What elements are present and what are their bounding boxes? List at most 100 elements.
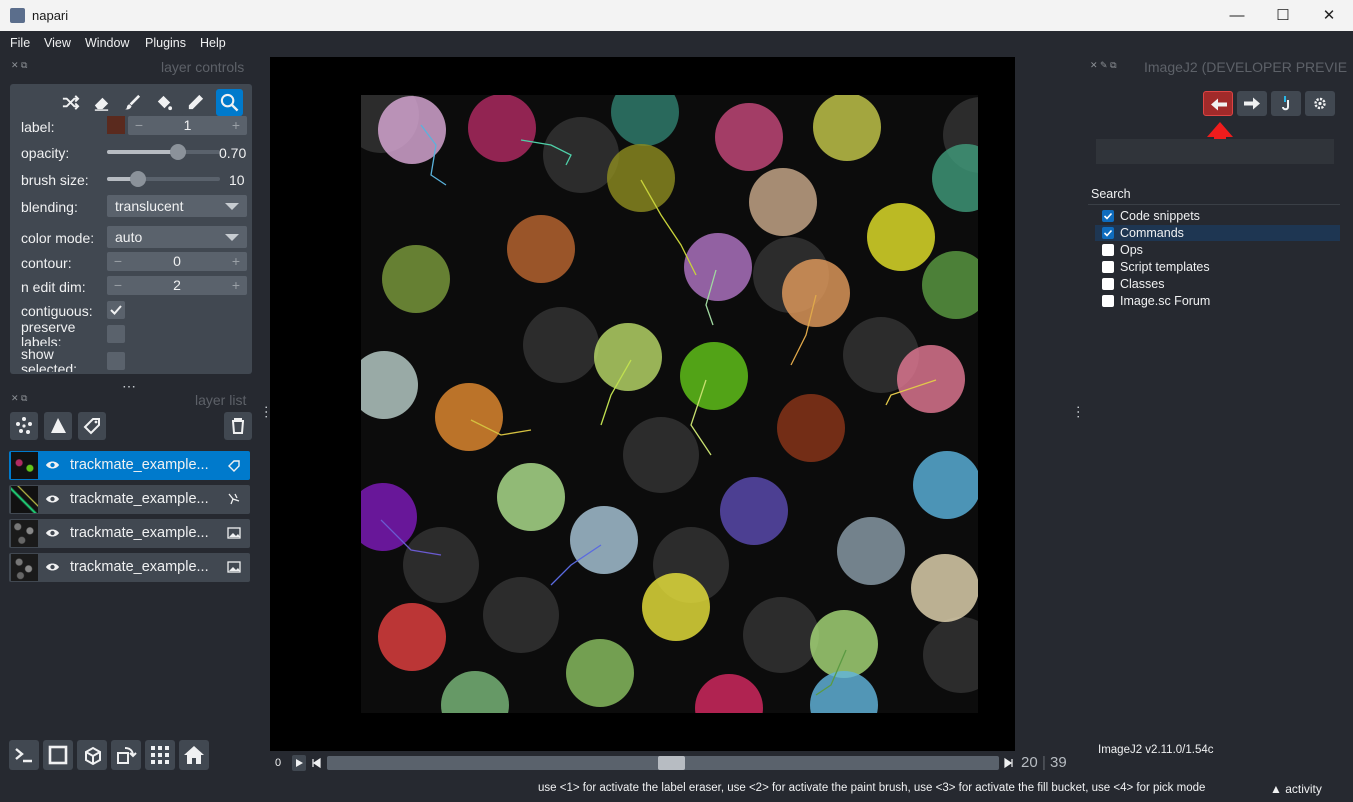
eraser-button[interactable] [88, 89, 115, 116]
grid-button[interactable] [145, 740, 175, 770]
visibility-eye-icon[interactable] [45, 561, 60, 573]
cell-label[interactable] [837, 517, 905, 585]
opacity-slider[interactable] [107, 144, 220, 160]
cell-label[interactable] [749, 168, 817, 236]
cell-label[interactable] [566, 639, 634, 707]
cell-label[interactable] [607, 144, 675, 212]
contiguous-checkbox[interactable] [107, 301, 125, 319]
cell-label[interactable] [378, 96, 446, 164]
cell-label[interactable] [932, 144, 978, 212]
label-color-swatch[interactable] [107, 116, 125, 134]
search-filter-item[interactable]: Code snippets [1095, 208, 1340, 224]
cell-label[interactable] [361, 483, 417, 551]
checkbox[interactable] [1102, 295, 1114, 307]
cell-label[interactable] [913, 451, 978, 519]
fill-bucket-button[interactable] [150, 89, 177, 116]
checkbox[interactable] [1102, 244, 1114, 256]
increment-icon[interactable]: + [227, 116, 245, 134]
cell-label[interactable] [777, 394, 845, 462]
layer-row[interactable]: trackmate_example... [9, 519, 250, 548]
layer-row[interactable]: trackmate_example... [9, 553, 250, 582]
new-labels-layer-button[interactable] [78, 412, 106, 440]
dock-close-icon[interactable]: ✕ ⧉ [11, 60, 27, 71]
cell-label[interactable] [897, 345, 965, 413]
search-filter-item[interactable]: Ops [1095, 242, 1340, 258]
cell-label[interactable] [497, 463, 565, 531]
layer-row[interactable]: trackmate_example... [9, 451, 250, 480]
cell-label[interactable] [570, 506, 638, 574]
transfer-to-imagej-button[interactable] [1203, 91, 1233, 116]
menu-plugins[interactable]: Plugins [145, 36, 186, 50]
cell-label[interactable] [382, 245, 450, 313]
dims-slider[interactable] [327, 756, 999, 770]
decrement-icon[interactable]: − [109, 276, 127, 294]
minimize-button[interactable]: — [1214, 0, 1260, 31]
new-shapes-layer-button[interactable] [44, 412, 72, 440]
image-layer-view[interactable] [361, 95, 978, 713]
cell-label[interactable] [684, 233, 752, 301]
preserve-labels-checkbox[interactable] [107, 325, 125, 343]
step-forward-button[interactable] [1002, 755, 1016, 771]
color-picker-button[interactable] [182, 89, 209, 116]
cell-label[interactable] [435, 383, 503, 451]
cell-label[interactable] [911, 554, 978, 622]
paint-brush-button[interactable] [119, 89, 146, 116]
play-button[interactable] [292, 755, 306, 771]
cell-label[interactable] [715, 103, 783, 171]
transfer-to-napari-button[interactable] [1237, 91, 1267, 116]
roll-dims-button[interactable] [77, 740, 107, 770]
search-filter-item[interactable]: Commands [1095, 225, 1340, 241]
checkbox[interactable] [1102, 227, 1114, 239]
label-spinbox[interactable]: − 1 + [128, 116, 247, 135]
cell-label[interactable] [468, 95, 536, 162]
dock-close-icon[interactable]: ✕ ⧉ [11, 393, 27, 404]
dock-close-icon[interactable]: ✕ ✎ ⧉ [1090, 60, 1117, 71]
console-button[interactable] [9, 740, 39, 770]
checkbox[interactable] [1102, 261, 1114, 273]
cell-label[interactable] [642, 573, 710, 641]
increment-icon[interactable]: + [227, 276, 245, 294]
zoom-pan-button[interactable] [216, 89, 243, 116]
brush-size-slider[interactable] [107, 171, 220, 187]
menu-view[interactable]: View [44, 36, 71, 50]
splitter-handle-icon[interactable]: ⋯ [122, 378, 136, 395]
menu-window[interactable]: Window [85, 36, 129, 50]
cell-label[interactable] [922, 251, 978, 319]
cell-label[interactable] [611, 95, 679, 146]
checkbox[interactable] [1102, 210, 1114, 222]
right-dock-splitter-icon[interactable]: ⋯ [1071, 405, 1087, 419]
cell-label[interactable] [441, 671, 509, 713]
cell-label[interactable] [810, 610, 878, 678]
contour-spinbox[interactable]: − 0 + [107, 252, 247, 271]
visibility-eye-icon[interactable] [45, 459, 60, 471]
search-filter-item[interactable]: Classes [1095, 276, 1340, 292]
search-filter-item[interactable]: Image.sc Forum [1095, 293, 1340, 309]
checkbox[interactable] [1102, 278, 1114, 290]
decrement-icon[interactable]: − [130, 116, 148, 134]
activity-button[interactable]: ▲ activity [1270, 782, 1322, 796]
cell-label[interactable] [867, 203, 935, 271]
imagej-gui-button[interactable] [1271, 91, 1301, 116]
color-mode-select[interactable]: auto [107, 226, 247, 248]
cell-label[interactable] [361, 351, 418, 419]
cell-label[interactable] [594, 323, 662, 391]
visibility-eye-icon[interactable] [45, 527, 60, 539]
menu-file[interactable]: File [10, 36, 30, 50]
blending-select[interactable]: translucent [107, 195, 247, 217]
close-button[interactable]: ✕ [1306, 0, 1352, 31]
ndisplay-button[interactable] [43, 740, 73, 770]
home-button[interactable] [179, 740, 209, 770]
cell-label[interactable] [680, 342, 748, 410]
cell-label[interactable] [695, 674, 763, 713]
shuffle-colors-button[interactable] [57, 89, 84, 116]
cell-label[interactable] [813, 95, 881, 161]
menu-help[interactable]: Help [200, 36, 226, 50]
cell-label[interactable] [378, 603, 446, 671]
cell-label[interactable] [782, 259, 850, 327]
transpose-button[interactable] [111, 740, 141, 770]
visibility-eye-icon[interactable] [45, 493, 60, 505]
search-filter-item[interactable]: Script templates [1095, 259, 1340, 275]
current-frame[interactable]: 20 [1021, 754, 1038, 771]
step-back-button[interactable] [309, 755, 323, 771]
show-selected-checkbox[interactable] [107, 352, 125, 370]
